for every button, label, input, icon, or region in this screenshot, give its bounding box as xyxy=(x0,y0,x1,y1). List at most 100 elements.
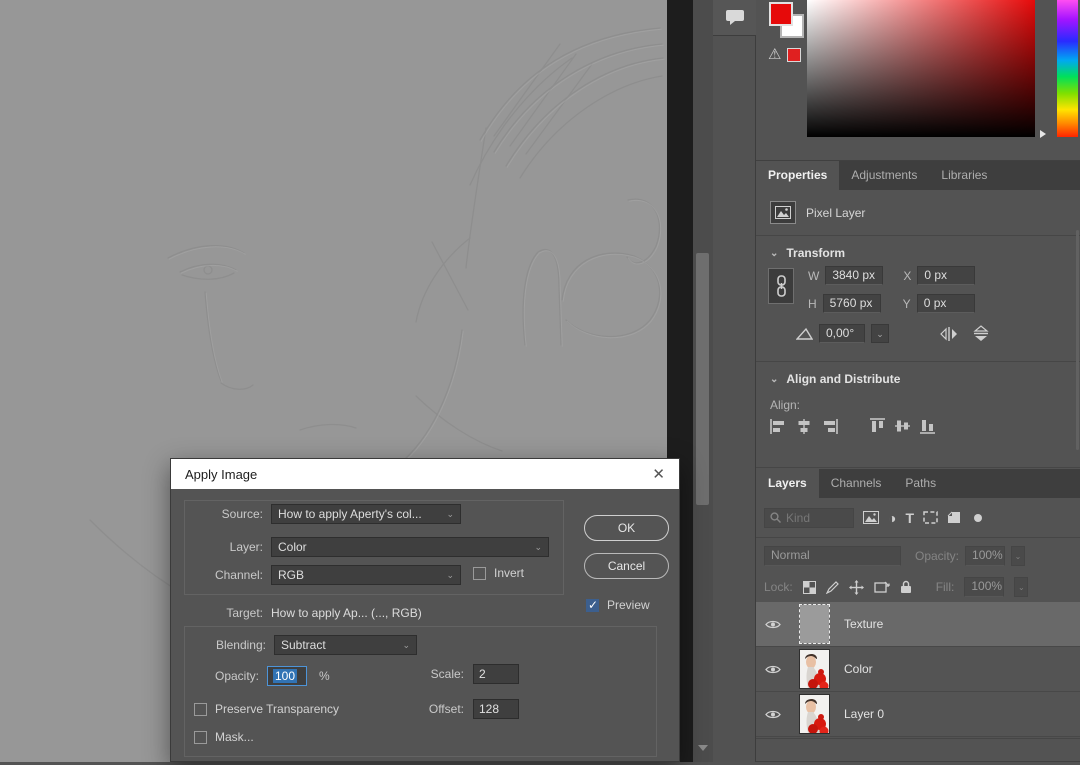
blend-mode-row: Normal Opacity: 100% ⌄ xyxy=(756,540,1080,572)
layer-name[interactable]: Color xyxy=(838,662,873,676)
mask-checkbox[interactable] xyxy=(194,731,207,744)
rotate-angle-icon xyxy=(796,327,813,340)
filter-type-layers-button[interactable]: T xyxy=(905,510,914,526)
layers-list: Texture Color Layer 0 xyxy=(756,602,1080,737)
mask-row[interactable]: Mask... xyxy=(194,730,254,744)
properties-tab-bar: Properties Adjustments Libraries xyxy=(756,161,1080,190)
flip-horizontal-button[interactable] xyxy=(939,327,959,341)
link-dimensions-button[interactable] xyxy=(768,268,794,304)
opacity-dropdown-button[interactable]: ⌄ xyxy=(1011,546,1025,566)
layer-thumbnail[interactable] xyxy=(800,605,829,643)
opacity-value[interactable]: 100% xyxy=(965,546,1005,566)
tab-adjustments[interactable]: Adjustments xyxy=(839,161,929,190)
preview-row[interactable]: Preview xyxy=(586,598,650,612)
gamut-closest-color-swatch[interactable] xyxy=(787,48,801,62)
scale-input[interactable]: 2 xyxy=(473,664,519,684)
lock-pixels-button[interactable] xyxy=(826,581,839,594)
lock-transparency-button[interactable] xyxy=(803,581,816,594)
target-label: Target: xyxy=(183,606,263,620)
saturation-brightness-field[interactable] xyxy=(807,0,1035,137)
align-right-edges-button[interactable] xyxy=(822,419,838,434)
layer-thumbnail[interactable] xyxy=(800,650,829,688)
dialog-title-bar[interactable]: Apply Image ✕ xyxy=(171,459,679,489)
tab-libraries[interactable]: Libraries xyxy=(929,161,999,190)
rotation-angle-input[interactable]: 0,00° xyxy=(819,324,865,343)
preserve-transparency-label: Preserve Transparency xyxy=(215,702,339,716)
lock-position-button[interactable] xyxy=(849,580,864,595)
width-input[interactable]: 3840 px xyxy=(825,266,883,285)
opacity-label: Opacity: xyxy=(183,669,259,683)
opacity-input[interactable]: 100 xyxy=(267,666,307,686)
layer-row-texture[interactable]: Texture xyxy=(756,602,1080,647)
x-input[interactable]: 0 px xyxy=(917,266,975,285)
color-picker-panel: ⚠ xyxy=(756,0,1080,161)
transform-header[interactable]: ⌄ Transform xyxy=(770,246,1080,260)
preserve-transparency-checkbox[interactable] xyxy=(194,703,207,716)
hue-slider[interactable] xyxy=(1057,0,1078,137)
visibility-eye-icon[interactable] xyxy=(765,619,781,630)
invert-checkbox[interactable] xyxy=(473,567,486,580)
comments-panel-button[interactable] xyxy=(713,0,756,36)
layer-search-box[interactable]: Kind xyxy=(764,508,854,528)
target-value: How to apply Ap... (..., RGB) xyxy=(271,606,422,620)
picker-flyout-arrow-icon[interactable] xyxy=(1040,130,1046,138)
preview-checkbox[interactable] xyxy=(586,599,599,612)
flip-vertical-button[interactable] xyxy=(973,325,989,342)
layer-type-row: Pixel Layer xyxy=(756,190,1080,236)
align-bottom-edges-button[interactable] xyxy=(920,418,935,434)
layers-panel-footer xyxy=(756,738,1080,762)
collapse-chevron-icon[interactable]: ⌄ xyxy=(770,374,778,385)
y-input[interactable]: 0 px xyxy=(917,294,975,313)
lock-all-button[interactable] xyxy=(900,580,912,594)
align-horizontal-centers-button[interactable] xyxy=(796,419,812,434)
fill-dropdown-button[interactable]: ⌄ xyxy=(1014,577,1028,597)
layer-name[interactable]: Layer 0 xyxy=(838,707,884,721)
filtering-toggle[interactable] xyxy=(974,514,982,522)
visibility-eye-icon[interactable] xyxy=(765,709,781,720)
angle-dropdown-button[interactable]: ⌄ xyxy=(871,324,889,343)
y-label: Y xyxy=(903,297,911,311)
scrollbar-down-arrow-icon[interactable] xyxy=(698,745,708,751)
lock-artboard-button[interactable] xyxy=(874,581,890,594)
tab-properties[interactable]: Properties xyxy=(756,161,839,190)
filter-pixel-layers-button[interactable] xyxy=(863,511,879,524)
fill-value[interactable]: 100% xyxy=(964,577,1004,597)
align-header[interactable]: ⌄ Align and Distribute xyxy=(770,372,1080,386)
collapse-chevron-icon[interactable]: ⌄ xyxy=(770,248,778,259)
tab-layers[interactable]: Layers xyxy=(756,469,819,498)
invert-checkbox-row[interactable]: Invert xyxy=(473,566,524,580)
layer-name[interactable]: Texture xyxy=(838,617,883,631)
align-label: Align: xyxy=(770,398,1080,412)
source-select[interactable]: How to apply Aperty's col...⌄ xyxy=(271,504,461,524)
align-section: ⌄ Align and Distribute Align: xyxy=(756,362,1080,468)
filter-smart-objects-button[interactable] xyxy=(947,511,961,524)
visibility-eye-icon[interactable] xyxy=(765,664,781,675)
ok-button[interactable]: OK xyxy=(584,515,669,541)
layer-select[interactable]: Color⌄ xyxy=(271,537,549,557)
tab-paths[interactable]: Paths xyxy=(893,469,948,498)
align-vertical-centers-button[interactable] xyxy=(895,418,910,434)
width-label: W xyxy=(808,269,819,283)
offset-input[interactable]: 128 xyxy=(473,699,519,719)
align-left-edges-button[interactable] xyxy=(770,419,786,434)
blending-select[interactable]: Subtract⌄ xyxy=(274,635,417,655)
foreground-color-swatch[interactable] xyxy=(769,2,793,26)
preserve-transparency-row[interactable]: Preserve Transparency xyxy=(194,702,339,716)
layer-thumbnail[interactable] xyxy=(800,695,829,733)
document-vertical-scrollbar[interactable] xyxy=(693,0,713,762)
tab-channels[interactable]: Channels xyxy=(819,469,894,498)
height-input[interactable]: 5760 px xyxy=(823,294,881,313)
blend-mode-select[interactable]: Normal xyxy=(764,546,901,566)
filter-adjustment-layers-button[interactable]: ◑ xyxy=(888,510,896,526)
panel-column: ⚠ Properties Adjustments Libraries Pixel… xyxy=(756,0,1080,762)
close-icon[interactable]: ✕ xyxy=(652,465,665,483)
layer-type-label: Pixel Layer xyxy=(806,206,865,220)
panel-scrollbar[interactable] xyxy=(1076,230,1079,450)
cancel-button[interactable]: Cancel xyxy=(584,553,669,579)
layer-row-color[interactable]: Color xyxy=(756,647,1080,692)
channel-select[interactable]: RGB⌄ xyxy=(271,565,461,585)
filter-shape-layers-button[interactable] xyxy=(923,511,938,524)
scrollbar-thumb[interactable] xyxy=(696,253,709,505)
layer-row-layer0[interactable]: Layer 0 xyxy=(756,692,1080,737)
align-top-edges-button[interactable] xyxy=(870,418,885,434)
